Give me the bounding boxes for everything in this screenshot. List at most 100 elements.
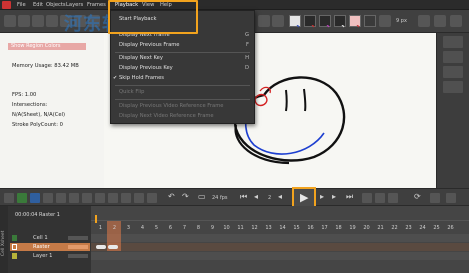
- eyedropper-icon[interactable]: [258, 15, 270, 27]
- cell-row: [91, 234, 469, 242]
- menu-file[interactable]: File: [15, 1, 28, 9]
- layer-toggles[interactable]: [68, 254, 88, 258]
- timeline-header: 00:00:04 Raster 1: [15, 212, 60, 218]
- layer-color-swatch: [12, 235, 17, 241]
- loop-icon[interactable]: [362, 193, 372, 203]
- refresh-icon[interactable]: ⟳: [414, 192, 421, 202]
- tool-icon-4[interactable]: [46, 15, 58, 27]
- frame-number[interactable]: 5: [150, 225, 163, 231]
- frame-number[interactable]: 9: [206, 225, 219, 231]
- menu-item-display-previous-key[interactable]: Display Previous Key D: [111, 64, 254, 73]
- tool-icon-a[interactable]: [43, 193, 53, 203]
- next-frame-icon[interactable]: ▸: [320, 192, 324, 202]
- layer-color-swatch: [12, 253, 17, 259]
- panel-button-3[interactable]: [443, 66, 463, 78]
- tool-icon-3[interactable]: [32, 15, 44, 27]
- frame-number[interactable]: 25: [430, 225, 443, 231]
- tool-icon-1[interactable]: [4, 15, 16, 27]
- keyframe-cell[interactable]: [96, 245, 106, 249]
- app-logo-icon: [2, 1, 11, 9]
- frame-number[interactable]: 26: [444, 225, 457, 231]
- frame-number[interactable]: 20: [360, 225, 373, 231]
- brush-icon[interactable]: [418, 15, 430, 27]
- keyframe-cell[interactable]: [108, 245, 118, 249]
- layer-toggles[interactable]: [68, 245, 88, 249]
- frame-number[interactable]: 11: [234, 225, 247, 231]
- layer-row-selected[interactable]: Raster: [10, 243, 90, 251]
- frame-number[interactable]: 21: [374, 225, 387, 231]
- menu-separator: [115, 99, 250, 100]
- frame-number[interactable]: 4: [136, 225, 149, 231]
- tool-icon-g[interactable]: [121, 193, 131, 203]
- frame-number[interactable]: 19: [346, 225, 359, 231]
- menu-item-skip-hold-frames[interactable]: ✔ Skip Hold Frames: [111, 74, 254, 83]
- frame-number[interactable]: 24: [416, 225, 429, 231]
- frame-number[interactable]: 8: [192, 225, 205, 231]
- onion-icon[interactable]: [375, 193, 385, 203]
- first-frame-icon[interactable]: ⏮: [240, 192, 247, 202]
- frame-grid[interactable]: [91, 206, 469, 273]
- menu-item-display-previous-frame[interactable]: Display Previous Frame F: [111, 41, 254, 50]
- frame-number[interactable]: 22: [388, 225, 401, 231]
- frame-number[interactable]: 6: [164, 225, 177, 231]
- prev-key-icon[interactable]: ◂: [254, 192, 258, 202]
- layer-toggles[interactable]: [68, 236, 88, 240]
- panel-button-1[interactable]: [443, 36, 463, 48]
- layer-icon[interactable]: [272, 15, 284, 27]
- tool-icon-f[interactable]: [108, 193, 118, 203]
- tool-icon-2[interactable]: [18, 15, 30, 27]
- layer-color-swatch: [12, 244, 17, 250]
- frame-number[interactable]: 23: [402, 225, 415, 231]
- menu-layers[interactable]: Layers: [64, 1, 85, 9]
- frame-number[interactable]: 18: [332, 225, 345, 231]
- menu-frames[interactable]: Frames: [85, 1, 108, 9]
- tool-icon-i[interactable]: [147, 193, 157, 203]
- frame-number[interactable]: 2: [108, 225, 121, 231]
- play-icon: ▶: [300, 191, 309, 204]
- layer-blue-icon[interactable]: [30, 193, 40, 203]
- menu-edit[interactable]: Edit: [31, 1, 45, 9]
- last-frame-icon[interactable]: ⏭: [346, 192, 353, 202]
- redo-icon[interactable]: ↷: [182, 192, 189, 202]
- menu-item-display-next-key[interactable]: Display Next Key H: [111, 54, 254, 63]
- frame-number[interactable]: 7: [178, 225, 191, 231]
- undo-icon[interactable]: ↶: [168, 192, 175, 202]
- expand-icon[interactable]: [446, 193, 456, 203]
- tool-icon-h[interactable]: [134, 193, 144, 203]
- hud-intersections-value: N/A(Sheet), N/A(Cel): [12, 112, 65, 118]
- tool-icon-b[interactable]: [56, 193, 66, 203]
- panel-button-4[interactable]: [443, 81, 463, 93]
- film-icon[interactable]: ▭: [198, 192, 206, 202]
- frame-number[interactable]: 13: [262, 225, 275, 231]
- timeline-side-tab[interactable]: Cell Xsheet: [0, 206, 8, 273]
- layer-row[interactable]: Layer 1: [10, 252, 90, 260]
- close-icon[interactable]: [450, 15, 462, 27]
- playhead-marker[interactable]: [95, 215, 97, 223]
- panel-button-2[interactable]: [443, 51, 463, 63]
- brush-size: 9 px: [396, 18, 407, 24]
- frame-number[interactable]: 1: [94, 225, 107, 231]
- frame-number[interactable]: 16: [304, 225, 317, 231]
- tool-icon-e[interactable]: [95, 193, 105, 203]
- frame-number[interactable]: 17: [318, 225, 331, 231]
- frame-number[interactable]: 10: [220, 225, 233, 231]
- layer-row[interactable]: Cell 1: [10, 234, 90, 242]
- panel-toggle-icon[interactable]: [430, 193, 440, 203]
- frame-number[interactable]: 15: [290, 225, 303, 231]
- prev-frame-icon[interactable]: ◂: [278, 192, 282, 202]
- sound-icon[interactable]: [388, 193, 398, 203]
- tool-icon-c[interactable]: [69, 193, 79, 203]
- tool-icon-d[interactable]: [82, 193, 92, 203]
- cell-row: [91, 252, 469, 260]
- hud-fps: FPS: 1.00: [12, 92, 37, 98]
- frame-number[interactable]: 3: [122, 225, 135, 231]
- grid-icon[interactable]: [4, 193, 14, 203]
- hud-show-region-colors: Show Region Colors: [11, 43, 61, 49]
- next-key-icon[interactable]: ▸: [332, 192, 336, 202]
- frame-number[interactable]: 14: [276, 225, 289, 231]
- layer-green-icon[interactable]: [17, 193, 27, 203]
- frame-number[interactable]: 12: [248, 225, 261, 231]
- highlight-playback-menu: [108, 0, 198, 34]
- settings-icon[interactable]: [379, 15, 391, 27]
- eraser-icon[interactable]: [434, 15, 446, 27]
